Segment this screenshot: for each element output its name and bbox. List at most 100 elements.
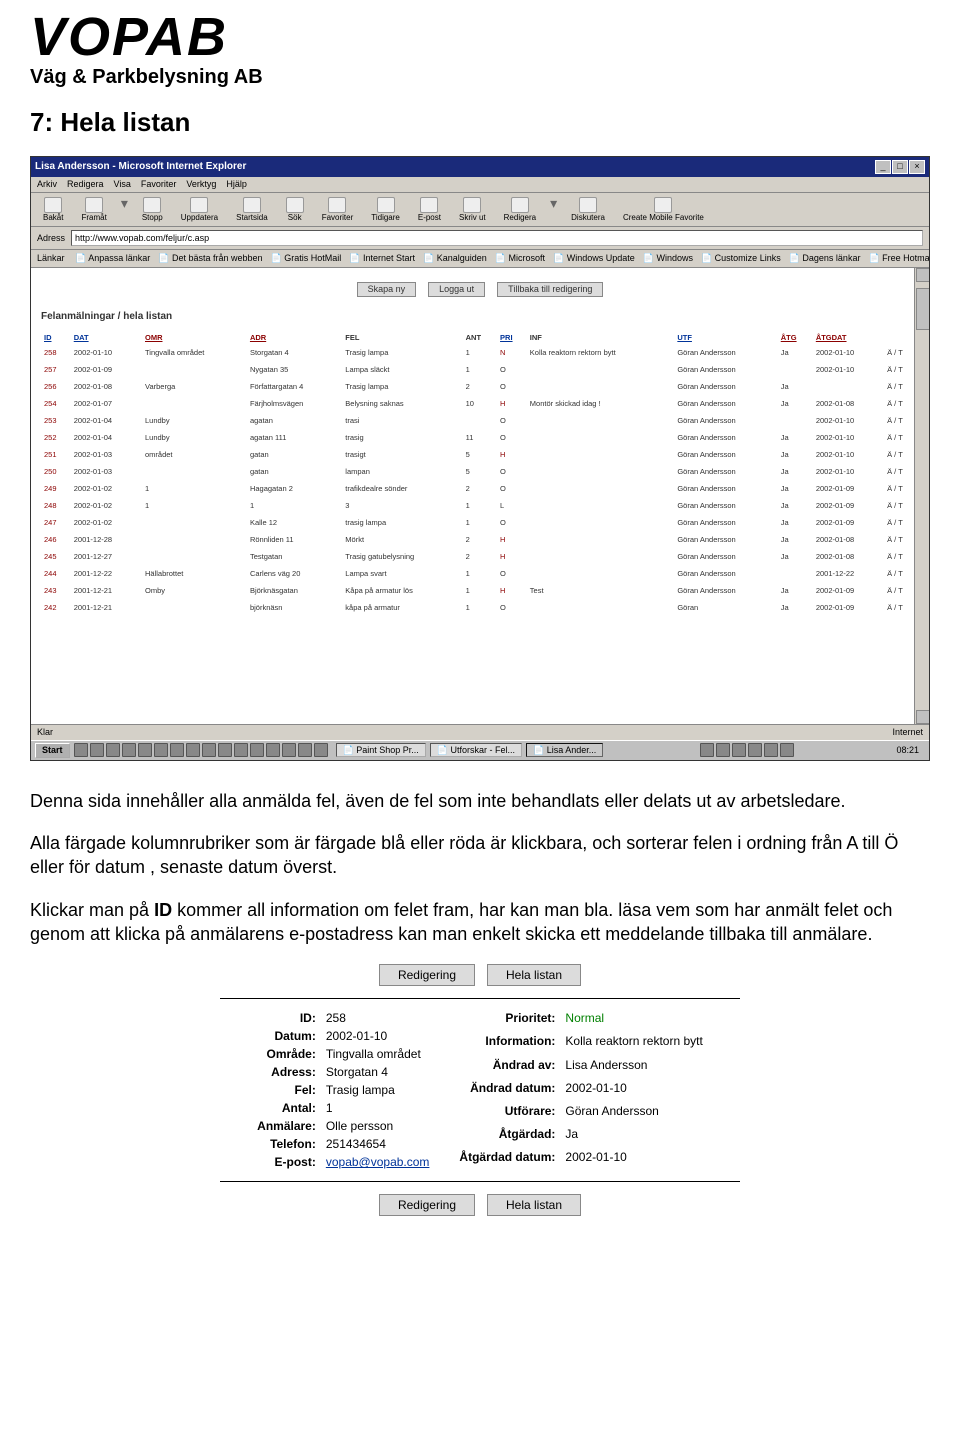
maximize-icon[interactable]: □ xyxy=(892,160,908,174)
cell-id[interactable]: 252 xyxy=(41,429,71,446)
close-icon[interactable]: × xyxy=(909,160,925,174)
menu-item[interactable]: Verktyg xyxy=(186,179,216,189)
toolbar-button[interactable]: Favoriter xyxy=(316,196,360,224)
column-header[interactable]: DAT xyxy=(71,331,142,344)
detail-button[interactable]: Redigering xyxy=(379,1194,475,1216)
tray-icon[interactable] xyxy=(716,743,730,757)
tray-icon[interactable] xyxy=(90,743,104,757)
table-row: 257 2002-01-09 Nygatan 35 Lampa släckt 1… xyxy=(41,361,919,378)
column-header[interactable]: ÅTGDAT xyxy=(813,331,884,344)
tray-icon[interactable] xyxy=(170,743,184,757)
link-item[interactable]: 📄 Microsoft xyxy=(495,253,545,263)
address-input[interactable] xyxy=(71,230,923,246)
table-row: 258 2002-01-10 Tingvalla området Storgat… xyxy=(41,344,919,361)
tray-icon[interactable] xyxy=(764,743,778,757)
column-header[interactable]: ADR xyxy=(247,331,342,344)
tray-icon[interactable] xyxy=(186,743,200,757)
tray-icon[interactable] xyxy=(780,743,794,757)
toolbar-button[interactable]: Redigera xyxy=(498,196,542,224)
detail-value[interactable]: vopab@vopab.com xyxy=(326,1155,430,1169)
menu-item[interactable]: Redigera xyxy=(67,179,104,189)
link-item[interactable]: 📄 Gratis HotMail xyxy=(271,253,342,263)
link-item[interactable]: 📄 Kanalguiden xyxy=(423,253,487,263)
cell-id[interactable]: 251 xyxy=(41,446,71,463)
tray-icon[interactable] xyxy=(314,743,328,757)
link-item[interactable]: 📄 Free Hotmail xyxy=(868,253,929,263)
toolbar-button[interactable]: Stopp xyxy=(136,196,169,224)
tray-icon[interactable] xyxy=(106,743,120,757)
cell-id[interactable]: 242 xyxy=(41,599,71,616)
column-header[interactable]: OMR xyxy=(142,331,247,344)
cell-id[interactable]: 244 xyxy=(41,565,71,582)
tray-icon[interactable] xyxy=(282,743,296,757)
task-item[interactable]: 📄 Paint Shop Pr... xyxy=(336,743,426,757)
menu-item[interactable]: Visa xyxy=(114,179,131,189)
tray-icon[interactable] xyxy=(202,743,216,757)
task-item[interactable]: 📄 Lisa Ander... xyxy=(526,743,603,757)
cell-id[interactable]: 246 xyxy=(41,531,71,548)
toolbar-button[interactable]: Uppdatera xyxy=(175,196,224,224)
tray-icon[interactable] xyxy=(298,743,312,757)
tray-icon[interactable] xyxy=(122,743,136,757)
toolbar-button[interactable]: Bakåt xyxy=(37,196,69,224)
tray-icon[interactable] xyxy=(250,743,264,757)
cell-id[interactable]: 258 xyxy=(41,344,71,361)
minimize-icon[interactable]: _ xyxy=(875,160,891,174)
link-item[interactable]: 📄 Dagens länkar xyxy=(789,253,861,263)
cell-id[interactable]: 249 xyxy=(41,480,71,497)
cell-id[interactable]: 243 xyxy=(41,582,71,599)
cell-id[interactable]: 247 xyxy=(41,514,71,531)
cell-id[interactable]: 245 xyxy=(41,548,71,565)
toolbar-button[interactable]: Framåt xyxy=(75,196,112,224)
column-header[interactable]: UTF xyxy=(674,331,777,344)
detail-button[interactable]: Hela listan xyxy=(487,964,581,986)
tray-icon[interactable] xyxy=(732,743,746,757)
cell-id[interactable]: 253 xyxy=(41,412,71,429)
toolbar-button[interactable]: Diskutera xyxy=(565,196,611,224)
toolbar-button[interactable]: E-post xyxy=(412,196,447,224)
detail-button[interactable]: Redigering xyxy=(379,964,475,986)
tray-icon[interactable] xyxy=(700,743,714,757)
cell-id[interactable]: 248 xyxy=(41,497,71,514)
tray-icon[interactable] xyxy=(218,743,232,757)
tray-icon[interactable] xyxy=(138,743,152,757)
tray-icon[interactable] xyxy=(74,743,88,757)
cell-id[interactable]: 256 xyxy=(41,378,71,395)
cell-id[interactable]: 250 xyxy=(41,463,71,480)
cell-id[interactable]: 257 xyxy=(41,361,71,378)
toolbar-button[interactable]: Create Mobile Favorite xyxy=(617,196,710,224)
page-button[interactable]: Logga ut xyxy=(428,282,485,297)
link-item[interactable]: 📄 Windows Update xyxy=(553,253,635,263)
task-item[interactable]: 📄 Utforskar - Fel... xyxy=(430,743,522,757)
tray-icon[interactable] xyxy=(234,743,248,757)
menu-item[interactable]: Arkiv xyxy=(37,179,57,189)
cell-inf xyxy=(527,412,675,429)
menu-item[interactable]: Hjälp xyxy=(226,179,247,189)
scroll-thumb[interactable] xyxy=(916,288,929,330)
toolbar-button[interactable]: Tidigare xyxy=(365,196,406,224)
cell-utf: Göran Andersson xyxy=(674,565,777,582)
link-item[interactable]: 📄 Internet Start xyxy=(349,253,415,263)
page-button[interactable]: Tillbaka till redigering xyxy=(497,282,603,297)
toolbar-button[interactable]: Sök xyxy=(280,196,310,224)
detail-value: 258 xyxy=(326,1011,430,1025)
link-item[interactable]: 📄 Det bästa från webben xyxy=(158,253,262,263)
menu-item[interactable]: Favoriter xyxy=(141,179,177,189)
tray-icon[interactable] xyxy=(154,743,168,757)
logo-block: VOPAB Väg & Parkbelysning AB xyxy=(30,10,930,89)
cell-id[interactable]: 254 xyxy=(41,395,71,412)
column-header[interactable]: ÅTG xyxy=(778,331,813,344)
page-button[interactable]: Skapa ny xyxy=(357,282,417,297)
toolbar-button[interactable]: Skriv ut xyxy=(453,196,492,224)
link-item[interactable]: 📄 Anpassa länkar xyxy=(75,253,150,263)
column-header[interactable]: PRI xyxy=(497,331,527,344)
toolbar-button[interactable]: Startsida xyxy=(230,196,274,224)
tray-icon[interactable] xyxy=(748,743,762,757)
column-header[interactable]: ID xyxy=(41,331,71,344)
link-item[interactable]: 📄 Windows xyxy=(643,253,693,263)
link-item[interactable]: 📄 Customize Links xyxy=(701,253,781,263)
detail-button[interactable]: Hela listan xyxy=(487,1194,581,1216)
tray-icon[interactable] xyxy=(266,743,280,757)
start-button[interactable]: Start xyxy=(35,743,70,758)
scrollbar[interactable] xyxy=(914,268,929,724)
